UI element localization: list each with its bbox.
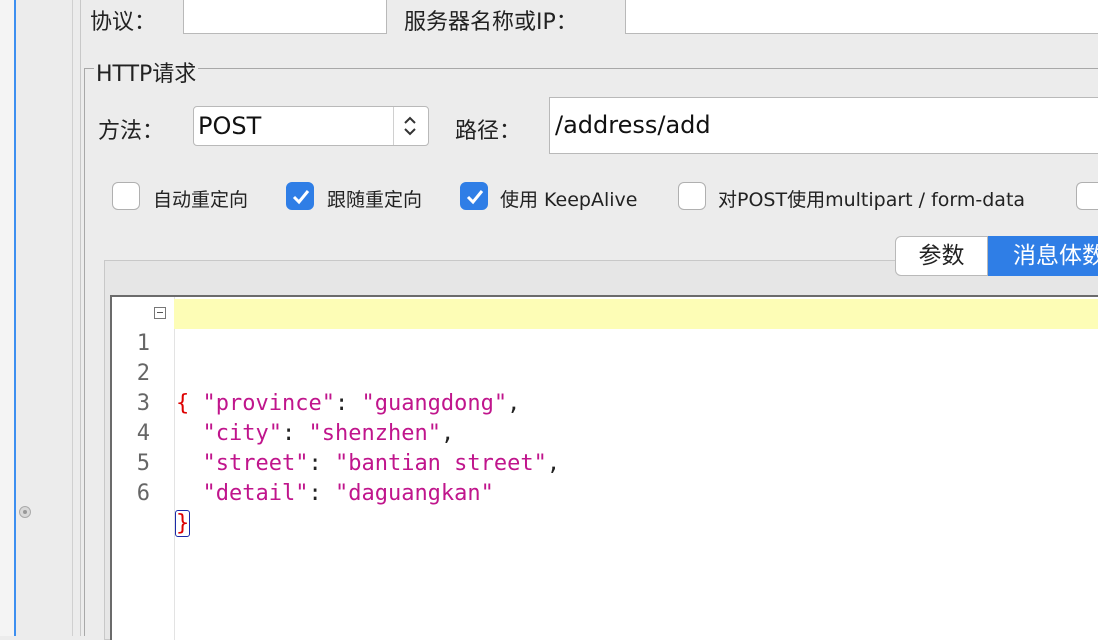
code-line: 1 { — [112, 299, 1098, 416]
body-code-editor[interactable]: 1 { 2 "province": "guangdong", 3 "city":… — [110, 295, 1098, 640]
splitter-divider[interactable] — [72, 0, 73, 636]
server-label: 服务器名称或IP： — [404, 10, 578, 35]
tab-parameters[interactable]: 参数 — [895, 236, 988, 276]
code-line: 3 "city": "shenzhen", — [112, 359, 1098, 446]
json-key: "detail" — [202, 481, 309, 506]
method-label: 方法： — [98, 119, 165, 144]
keepalive-checkbox[interactable] — [460, 182, 488, 210]
protocol-label: 协议： — [90, 10, 157, 35]
code-text: } — [174, 509, 191, 539]
follow-redirect-label: 跟随重定向 — [327, 189, 423, 211]
json-value: "daguangkan" — [334, 481, 494, 506]
browser-compatible-checkbox[interactable] — [1076, 182, 1098, 210]
fold-collapse-icon[interactable] — [154, 307, 166, 319]
multipart-checkbox[interactable] — [678, 182, 706, 210]
json-separator: : — [308, 481, 335, 506]
tab-body-data[interactable]: 消息体数 — [988, 236, 1098, 276]
close-brace: } — [174, 510, 191, 537]
left-rail — [0, 0, 14, 636]
http-request-group-title: HTTP请求 — [94, 56, 199, 88]
checkmark-icon — [466, 190, 484, 205]
method-select[interactable]: POST — [193, 106, 429, 146]
path-input[interactable]: /address/add — [549, 97, 1098, 154]
follow-redirect-checkbox[interactable] — [286, 182, 314, 210]
method-select-value: POST — [198, 112, 262, 140]
code-text: "detail": "daguangkan" — [176, 479, 494, 509]
path-input-value: /address/add — [555, 111, 711, 139]
keepalive-label: 使用 KeepAlive — [500, 189, 638, 211]
path-label: 路径： — [455, 119, 522, 144]
split-pane-gap — [16, 0, 72, 636]
group-border-left — [84, 68, 85, 636]
auto-redirect-checkbox[interactable] — [112, 182, 140, 210]
splitter-handle-icon[interactable] — [19, 506, 31, 518]
multipart-label: 对POST使用multipart / form-data — [718, 189, 1026, 211]
line-number: 6 — [136, 481, 150, 506]
code-line: 2 "province": "guangdong", — [112, 329, 1098, 416]
server-input[interactable] — [625, 0, 1098, 34]
code-line: 5 "detail": "daguangkan" — [112, 419, 1098, 506]
checkmark-icon — [292, 190, 310, 205]
code-line: 4 "street": "bantian street", — [112, 389, 1098, 476]
auto-redirect-label: 自动重定向 — [153, 189, 249, 211]
protocol-input[interactable] — [183, 0, 387, 34]
group-border-top — [84, 68, 1098, 69]
updown-chevron-icon[interactable] — [393, 107, 428, 145]
code-line: 6 } — [112, 449, 1098, 537]
